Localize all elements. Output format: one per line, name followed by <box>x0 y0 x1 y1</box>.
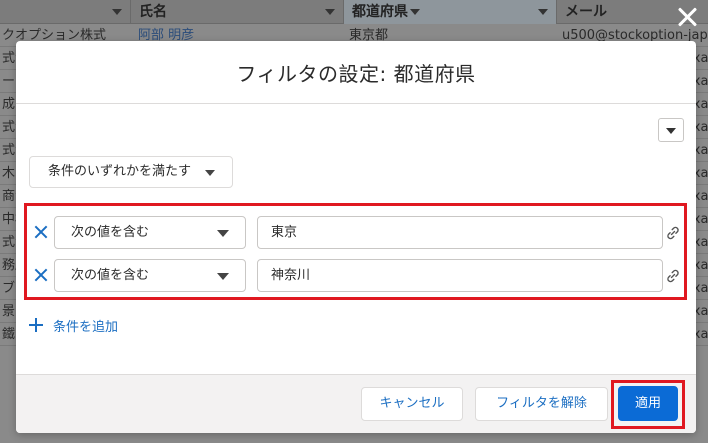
close-icon[interactable] <box>672 3 702 33</box>
modal-footer: キャンセル フィルタを解除 適用 <box>16 374 696 433</box>
add-condition-button[interactable]: 条件を追加 <box>29 313 118 337</box>
condition-row: 次の値を含む 神奈川 <box>27 259 684 293</box>
sheet-header: 氏名 都道府県 メール <box>0 0 708 24</box>
chevron-down-icon[interactable] <box>325 9 335 15</box>
plus-icon <box>29 318 43 332</box>
column-label: メール <box>565 4 607 20</box>
filter-modal: フィルタの設定: 都道府県 条件のいずれかを満たす 次の値を含む 東京 次の値を… <box>16 41 696 433</box>
modal-header: フィルタの設定: 都道府県 <box>16 41 696 104</box>
close-icon[interactable] <box>34 225 48 239</box>
column-header-company[interactable] <box>0 0 131 24</box>
cancel-button[interactable]: キャンセル <box>361 387 463 421</box>
chevron-down-icon <box>205 170 215 176</box>
add-condition-label: 条件を追加 <box>53 319 119 335</box>
condition-value-input[interactable]: 東京 <box>257 216 663 249</box>
link-icon[interactable] <box>665 268 681 284</box>
condition-value-input[interactable]: 神奈川 <box>257 259 663 292</box>
conditions-highlight: 次の値を含む 東京 次の値を含む 神奈川 <box>24 203 687 300</box>
chevron-down-icon[interactable] <box>112 9 122 15</box>
logic-selector-label: 条件のいずれかを満たす <box>48 164 192 179</box>
apply-button[interactable]: 適用 <box>618 386 678 421</box>
condition-row: 次の値を含む 東京 <box>27 216 684 250</box>
operator-label: 次の値を含む <box>71 268 150 283</box>
operator-label: 次の値を含む <box>71 225 150 240</box>
clear-filter-button[interactable]: フィルタを解除 <box>475 387 608 421</box>
chevron-down-icon <box>217 230 229 237</box>
column-label: 都道府県 <box>352 4 408 20</box>
close-icon[interactable] <box>34 268 48 282</box>
column-label: 氏名 <box>139 4 167 20</box>
operator-select[interactable]: 次の値を含む <box>54 259 246 292</box>
column-header-prefecture[interactable]: 都道府県 <box>344 0 557 24</box>
chevron-down-icon <box>217 273 229 280</box>
chevron-down-icon[interactable] <box>538 9 548 15</box>
operator-select[interactable]: 次の値を含む <box>54 216 246 249</box>
filter-icon[interactable] <box>410 9 420 15</box>
link-icon[interactable] <box>665 225 681 241</box>
options-menu-button[interactable] <box>658 118 684 142</box>
logic-selector[interactable]: 条件のいずれかを満たす <box>29 156 233 188</box>
column-header-name[interactable]: 氏名 <box>131 0 344 24</box>
modal-title: フィルタの設定: 都道府県 <box>236 61 476 86</box>
